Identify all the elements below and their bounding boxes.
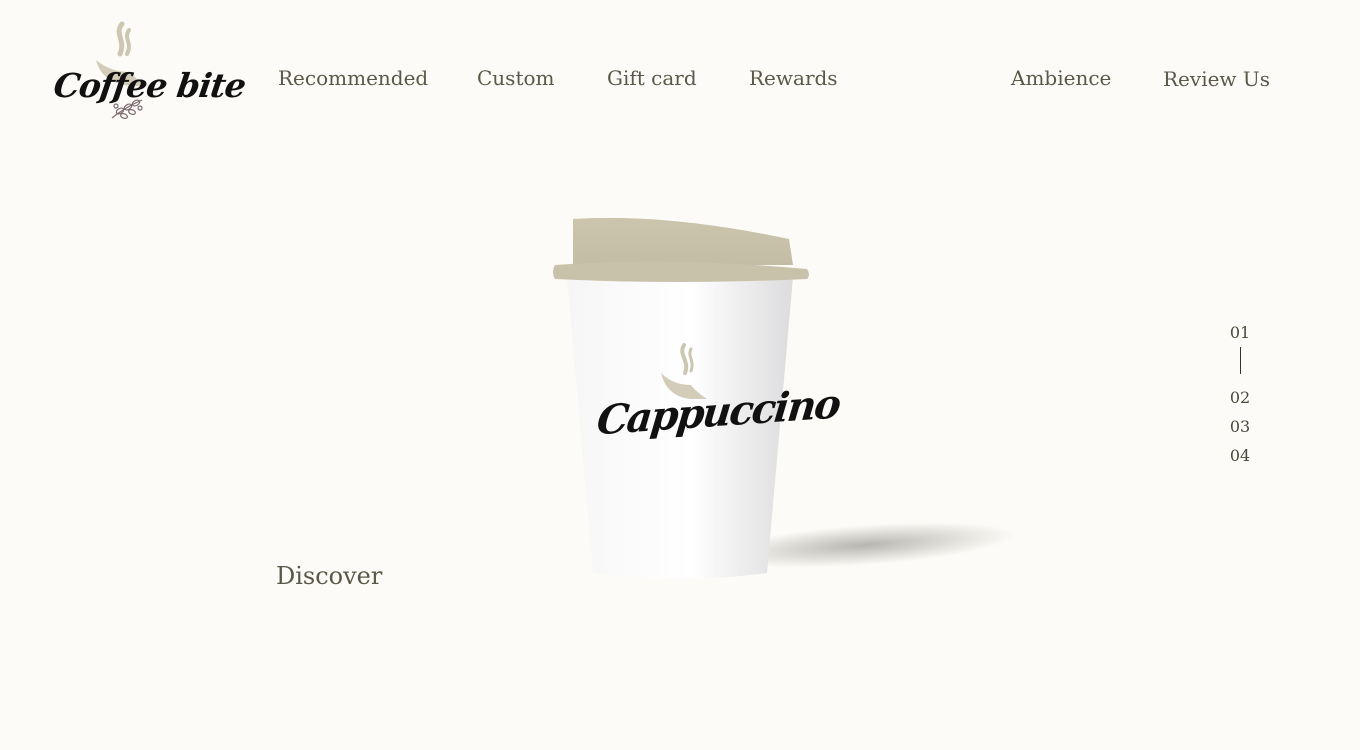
nav-link-rewards[interactable]: Rewards: [749, 66, 838, 90]
nav-link-review-us[interactable]: Review Us: [1163, 67, 1270, 91]
nav-link-ambience[interactable]: Ambience: [1011, 66, 1111, 90]
brand-logo[interactable]: Coffee bite: [50, 20, 248, 130]
pager-item-01[interactable]: 01: [1222, 323, 1258, 342]
discover-button[interactable]: Discover: [276, 562, 382, 590]
pager-active-indicator: [1240, 347, 1241, 374]
nav-link-custom[interactable]: Custom: [477, 66, 555, 90]
nav-link-gift-card[interactable]: Gift card: [607, 66, 697, 90]
pager-item-03[interactable]: 03: [1222, 417, 1258, 436]
brand-logo-text: Coffee bite: [51, 66, 248, 105]
nav-link-recommended[interactable]: Recommended: [278, 66, 428, 90]
hero-product-image: Cappuccino: [545, 205, 1015, 595]
pager-item-04[interactable]: 04: [1222, 446, 1258, 465]
pager-item-02[interactable]: 02: [1222, 388, 1258, 407]
